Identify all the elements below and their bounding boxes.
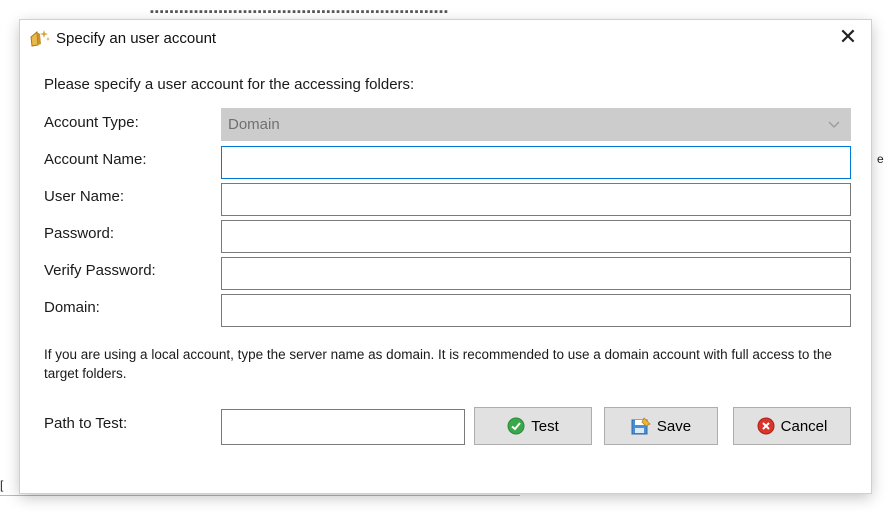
- account-type-value: Domain: [228, 116, 280, 133]
- background-edge-glyph: e: [877, 152, 884, 166]
- password-input[interactable]: [221, 220, 851, 253]
- account-name-label: Account Name:: [44, 151, 147, 168]
- background-edge-glyph: [: [0, 478, 4, 492]
- save-icon: [631, 417, 651, 435]
- domain-label: Domain:: [44, 299, 100, 316]
- background-divider: [0, 495, 520, 496]
- instruction-text: Please specify a user account for the ac…: [44, 76, 415, 93]
- save-button[interactable]: Save: [604, 407, 718, 445]
- close-icon: ✕: [838, 24, 858, 49]
- app-logo-icon: [28, 28, 50, 48]
- user-name-label: User Name:: [44, 188, 125, 205]
- verify-password-input[interactable]: [221, 257, 851, 290]
- account-type-label: Account Type:: [44, 114, 139, 131]
- cancel-circle-icon: [757, 417, 775, 435]
- path-to-test-label: Path to Test:: [44, 415, 128, 432]
- user-account-dialog: Specify an user account ✕ Please specify…: [20, 20, 871, 493]
- title-bar: Specify an user account ✕: [20, 20, 871, 60]
- background-text: ▪▪▪▪▪▪▪▪▪▪▪▪▪▪▪▪▪▪▪▪▪▪▪▪▪▪▪▪▪▪▪▪▪▪▪▪▪▪▪▪…: [150, 6, 449, 14]
- domain-input[interactable]: [221, 294, 851, 327]
- test-button-label: Test: [531, 417, 559, 435]
- verify-password-label: Verify Password:: [44, 262, 156, 279]
- save-button-label: Save: [656, 417, 692, 435]
- check-circle-icon: [507, 417, 525, 435]
- account-name-input[interactable]: [221, 146, 851, 179]
- account-type-select[interactable]: Domain: [221, 108, 851, 141]
- chevron-down-icon: [828, 117, 840, 129]
- cancel-button[interactable]: Cancel: [733, 407, 851, 445]
- help-note: If you are using a local account, type t…: [44, 347, 832, 381]
- user-name-input[interactable]: [221, 183, 851, 216]
- password-label: Password:: [44, 225, 115, 242]
- close-button[interactable]: ✕: [825, 20, 871, 56]
- cancel-button-label: Cancel: [780, 417, 828, 435]
- dialog-title: Specify an user account: [56, 30, 217, 47]
- path-to-test-input[interactable]: [221, 409, 465, 445]
- test-button[interactable]: Test: [474, 407, 592, 445]
